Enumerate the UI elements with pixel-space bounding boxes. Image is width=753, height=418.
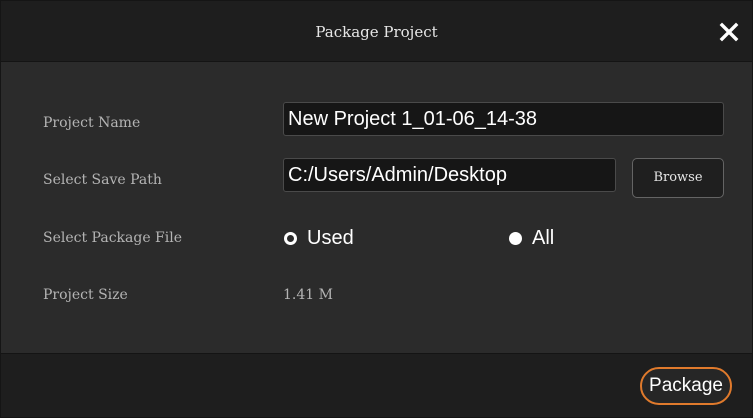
package-button[interactable]: Package <box>640 367 732 405</box>
radio-checked-icon <box>284 231 297 245</box>
package-project-dialog: Package Project Project Name Select Save… <box>0 0 753 418</box>
project-size-value: 1.41 M <box>283 287 333 303</box>
browse-button[interactable]: Browse <box>632 158 724 198</box>
dialog-footer: Package <box>1 353 752 417</box>
save-path-input[interactable] <box>283 158 616 192</box>
title-bar: Package Project <box>1 1 752 62</box>
project-name-input[interactable] <box>283 102 724 136</box>
radio-unchecked-icon <box>509 231 522 245</box>
close-button[interactable] <box>712 15 746 49</box>
package-file-label: Select Package File <box>43 230 183 246</box>
radio-all[interactable]: All <box>509 225 554 251</box>
close-icon <box>719 22 739 42</box>
project-size-label: Project Size <box>43 287 128 303</box>
project-name-label: Project Name <box>43 115 141 131</box>
save-path-label: Select Save Path <box>43 172 162 188</box>
radio-all-label: All <box>532 226 555 249</box>
radio-used[interactable]: Used <box>284 225 354 251</box>
dialog-title: Package Project <box>315 23 438 41</box>
radio-used-label: Used <box>307 226 354 249</box>
